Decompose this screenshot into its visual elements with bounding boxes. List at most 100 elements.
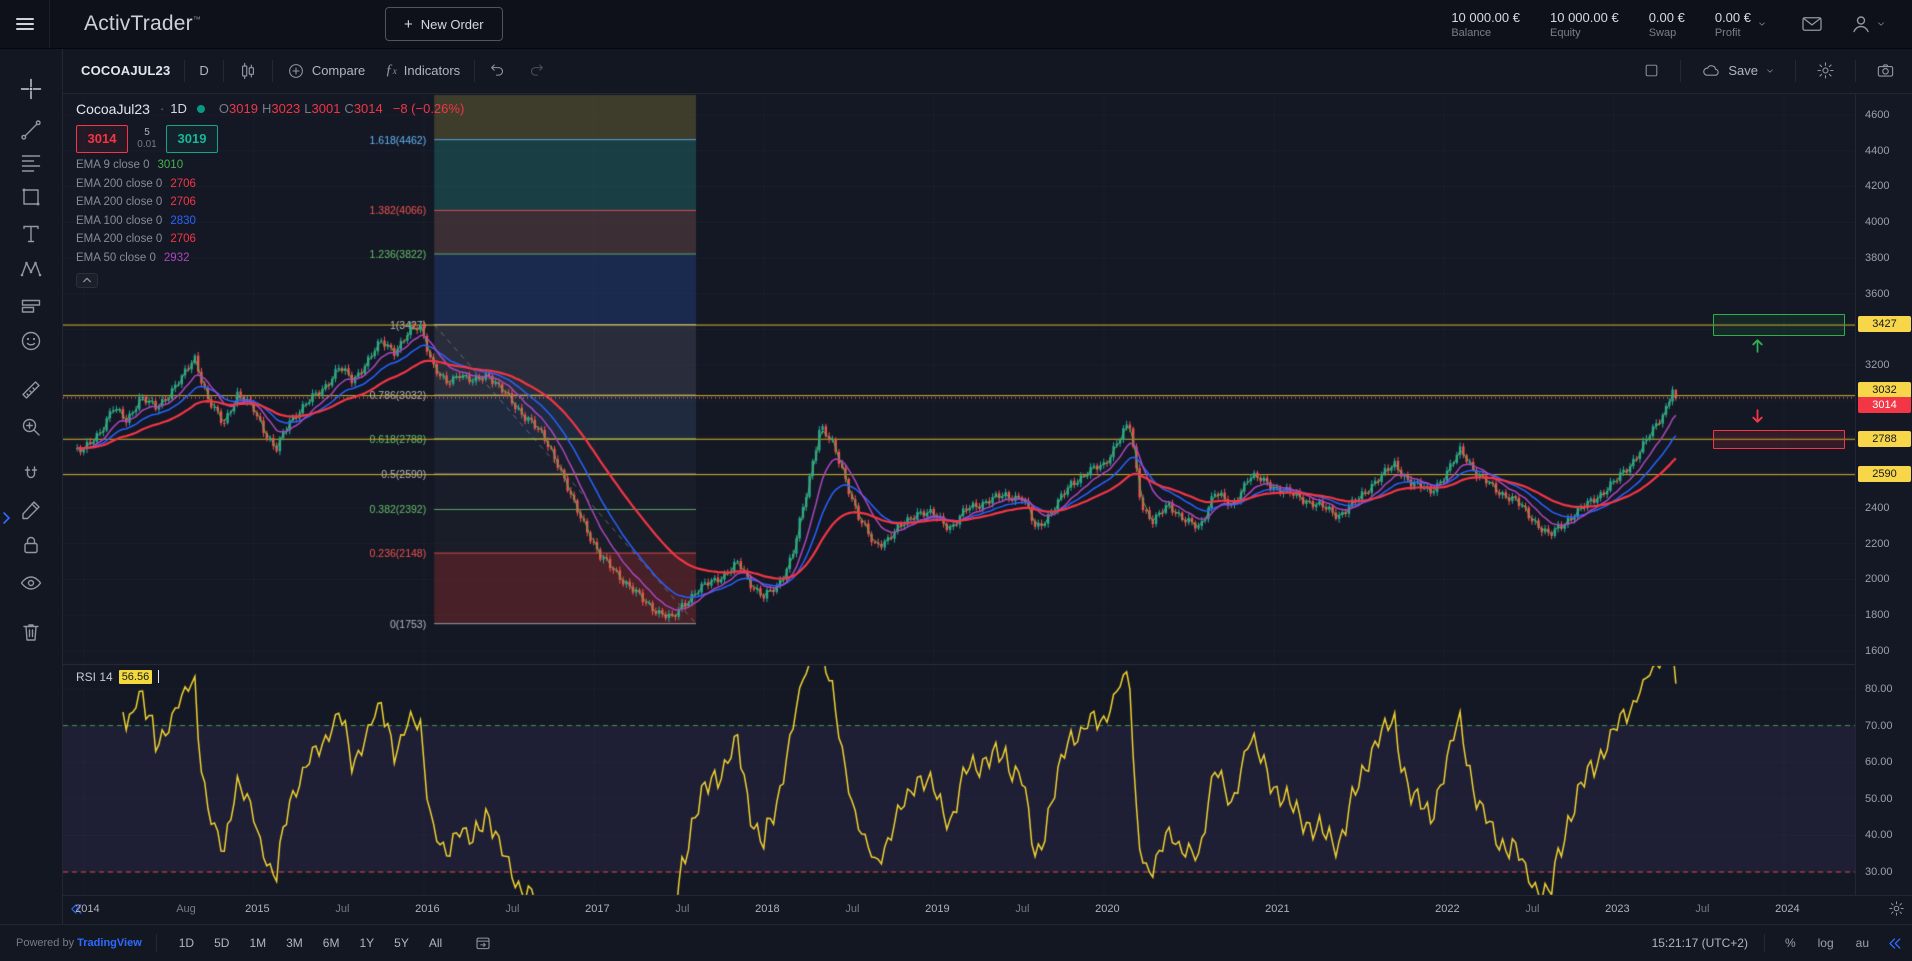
drawing-toolbar	[0, 49, 63, 924]
compare-button[interactable]: Compare	[277, 55, 375, 87]
avatar-icon[interactable]	[1849, 12, 1873, 36]
panel-expand-chevron[interactable]	[1, 511, 13, 525]
range-button-1y[interactable]: 1Y	[351, 933, 382, 953]
collapse-chevron[interactable]	[1887, 936, 1902, 951]
rsi-tick: 50.00	[1856, 793, 1912, 805]
arrow-up-icon[interactable]	[1749, 337, 1766, 354]
legend-symbol: CocoaJul23	[76, 101, 150, 117]
save-button[interactable]: Save	[1691, 55, 1785, 87]
ohlc-key: O	[219, 101, 229, 116]
chevron-down-icon[interactable]	[1757, 19, 1767, 29]
indicator-legend-row[interactable]: EMA 9 close 03010	[76, 159, 464, 171]
chevron-down-icon[interactable]	[1876, 19, 1886, 29]
measure-tool[interactable]	[17, 376, 45, 404]
redo-icon	[527, 62, 545, 80]
snapshot-button[interactable]	[1866, 55, 1905, 87]
indicator-legend-row[interactable]: EMA 200 close 02706	[76, 196, 464, 208]
price-axis[interactable]: 3427303230142788259046004400420040003800…	[1855, 94, 1912, 897]
last-price-tag: 3014	[1858, 397, 1911, 413]
indicators-button[interactable]: ƒx Indicators	[375, 55, 470, 87]
range-button-5y[interactable]: 5Y	[386, 933, 417, 953]
chart-area: CocoaJul23 · 1D O3019H3023L3001C3014 −8 …	[63, 94, 1912, 895]
plus-icon: +	[404, 16, 413, 33]
time-label: Jul	[1015, 903, 1029, 915]
price-tick: 3600	[1856, 288, 1912, 300]
range-button-all[interactable]: All	[421, 933, 450, 953]
undo-button[interactable]	[479, 55, 517, 87]
compare-icon	[287, 62, 305, 80]
auto-scale-button[interactable]: au	[1852, 934, 1873, 952]
range-button-5d[interactable]: 5D	[206, 933, 237, 953]
text-tool[interactable]	[17, 220, 45, 248]
drawing-mode-tool[interactable]	[17, 496, 45, 524]
mail-icon[interactable]	[1801, 15, 1823, 33]
lock-all-tool[interactable]	[17, 531, 45, 559]
rsi-legend[interactable]: RSI 14 56.56	[76, 670, 159, 684]
range-button-1d[interactable]: 1D	[171, 933, 202, 953]
time-label: Jul	[335, 903, 349, 915]
zoom-in-tool[interactable]	[17, 413, 45, 441]
gear-icon	[1888, 900, 1905, 917]
ohlc-key: C	[344, 101, 353, 116]
time-label: 2014	[75, 903, 99, 915]
layout-button[interactable]	[1633, 55, 1670, 87]
balance-block: 10 000.00 €Balance	[1451, 10, 1520, 39]
remove-all-tool[interactable]	[17, 618, 45, 646]
account-summary: 10 000.00 €Balance 10 000.00 €Equity 0.0…	[1451, 10, 1767, 39]
swap-block: 0.00 €Swap	[1649, 10, 1685, 39]
time-label: Jul	[1525, 903, 1539, 915]
target-zone-box[interactable]	[1713, 314, 1845, 336]
hide-all-tool[interactable]	[17, 569, 45, 597]
range-button-6m[interactable]: 6M	[315, 933, 348, 953]
range-button-3m[interactable]: 3M	[278, 933, 311, 953]
indicator-legend-row[interactable]: EMA 50 close 02932	[76, 252, 464, 264]
indicator-legend-row[interactable]: EMA 200 close 02706	[76, 178, 464, 190]
cloud-save-icon	[1701, 61, 1721, 81]
stop-zone-box[interactable]	[1713, 430, 1845, 449]
price-tick: 4000	[1856, 216, 1912, 228]
indicator-legend-row[interactable]: EMA 100 close 02830	[76, 215, 464, 227]
rsi-tick: 60.00	[1856, 756, 1912, 768]
trend-line-tool[interactable]	[17, 116, 45, 144]
price-tick: 4600	[1856, 109, 1912, 121]
shapes-tool[interactable]	[17, 183, 45, 211]
redo-button[interactable]	[517, 55, 555, 87]
price-tick: 1600	[1856, 645, 1912, 657]
sell-price-button[interactable]: 3014	[76, 125, 128, 153]
time-label: 2019	[925, 903, 949, 915]
legend-collapse-button[interactable]	[76, 273, 98, 288]
crosshair-tool[interactable]	[17, 75, 45, 103]
new-order-button[interactable]: + New Order	[385, 7, 503, 41]
time-axis[interactable]: 2014Aug2015Jul2016Jul2017Jul2018Jul2019J…	[63, 895, 1912, 924]
app-logo: ActivTrader™	[84, 12, 201, 36]
candlestick-icon	[238, 61, 258, 81]
xabcd-pattern-tool[interactable]	[17, 255, 45, 283]
forecast-tool[interactable]	[17, 292, 45, 320]
ohlc-value: 3019	[229, 101, 258, 116]
time-label: 2015	[245, 903, 269, 915]
interval-selector[interactable]: D	[189, 55, 218, 87]
indicator-legend-row[interactable]: EMA 200 close 02706	[76, 233, 464, 245]
rsi-tick: 30.00	[1856, 866, 1912, 878]
chart-style-button[interactable]	[228, 55, 268, 87]
chart-legend: CocoaJul23 · 1D O3019H3023L3001C3014 −8 …	[76, 101, 464, 288]
menu-icon[interactable]	[0, 0, 50, 48]
ohlc-values: O3019H3023L3001C3014	[215, 101, 383, 116]
symbol-tab[interactable]: COCOAJUL23	[71, 55, 180, 87]
price-tick: 4400	[1856, 145, 1912, 157]
settings-button[interactable]	[1806, 55, 1845, 87]
fib-retracement-tool[interactable]	[17, 149, 45, 177]
magnet-tool[interactable]	[17, 461, 45, 489]
arrow-down-icon[interactable]	[1749, 408, 1766, 425]
emoji-tool[interactable]	[17, 327, 45, 355]
chart-toolbar: COCOAJUL23 D Compare ƒx Indicators	[63, 49, 1912, 94]
tradingview-link[interactable]: TradingView	[77, 937, 142, 949]
buy-price-button[interactable]: 3019	[166, 125, 218, 153]
range-button-1m[interactable]: 1M	[241, 933, 274, 953]
percent-scale-button[interactable]: %	[1781, 934, 1800, 952]
log-scale-button[interactable]: log	[1814, 934, 1838, 952]
go-to-date-button[interactable]	[464, 927, 502, 959]
time-axis-settings[interactable]	[1888, 900, 1905, 917]
time-label: 2018	[755, 903, 779, 915]
market-status-dot	[197, 105, 205, 113]
